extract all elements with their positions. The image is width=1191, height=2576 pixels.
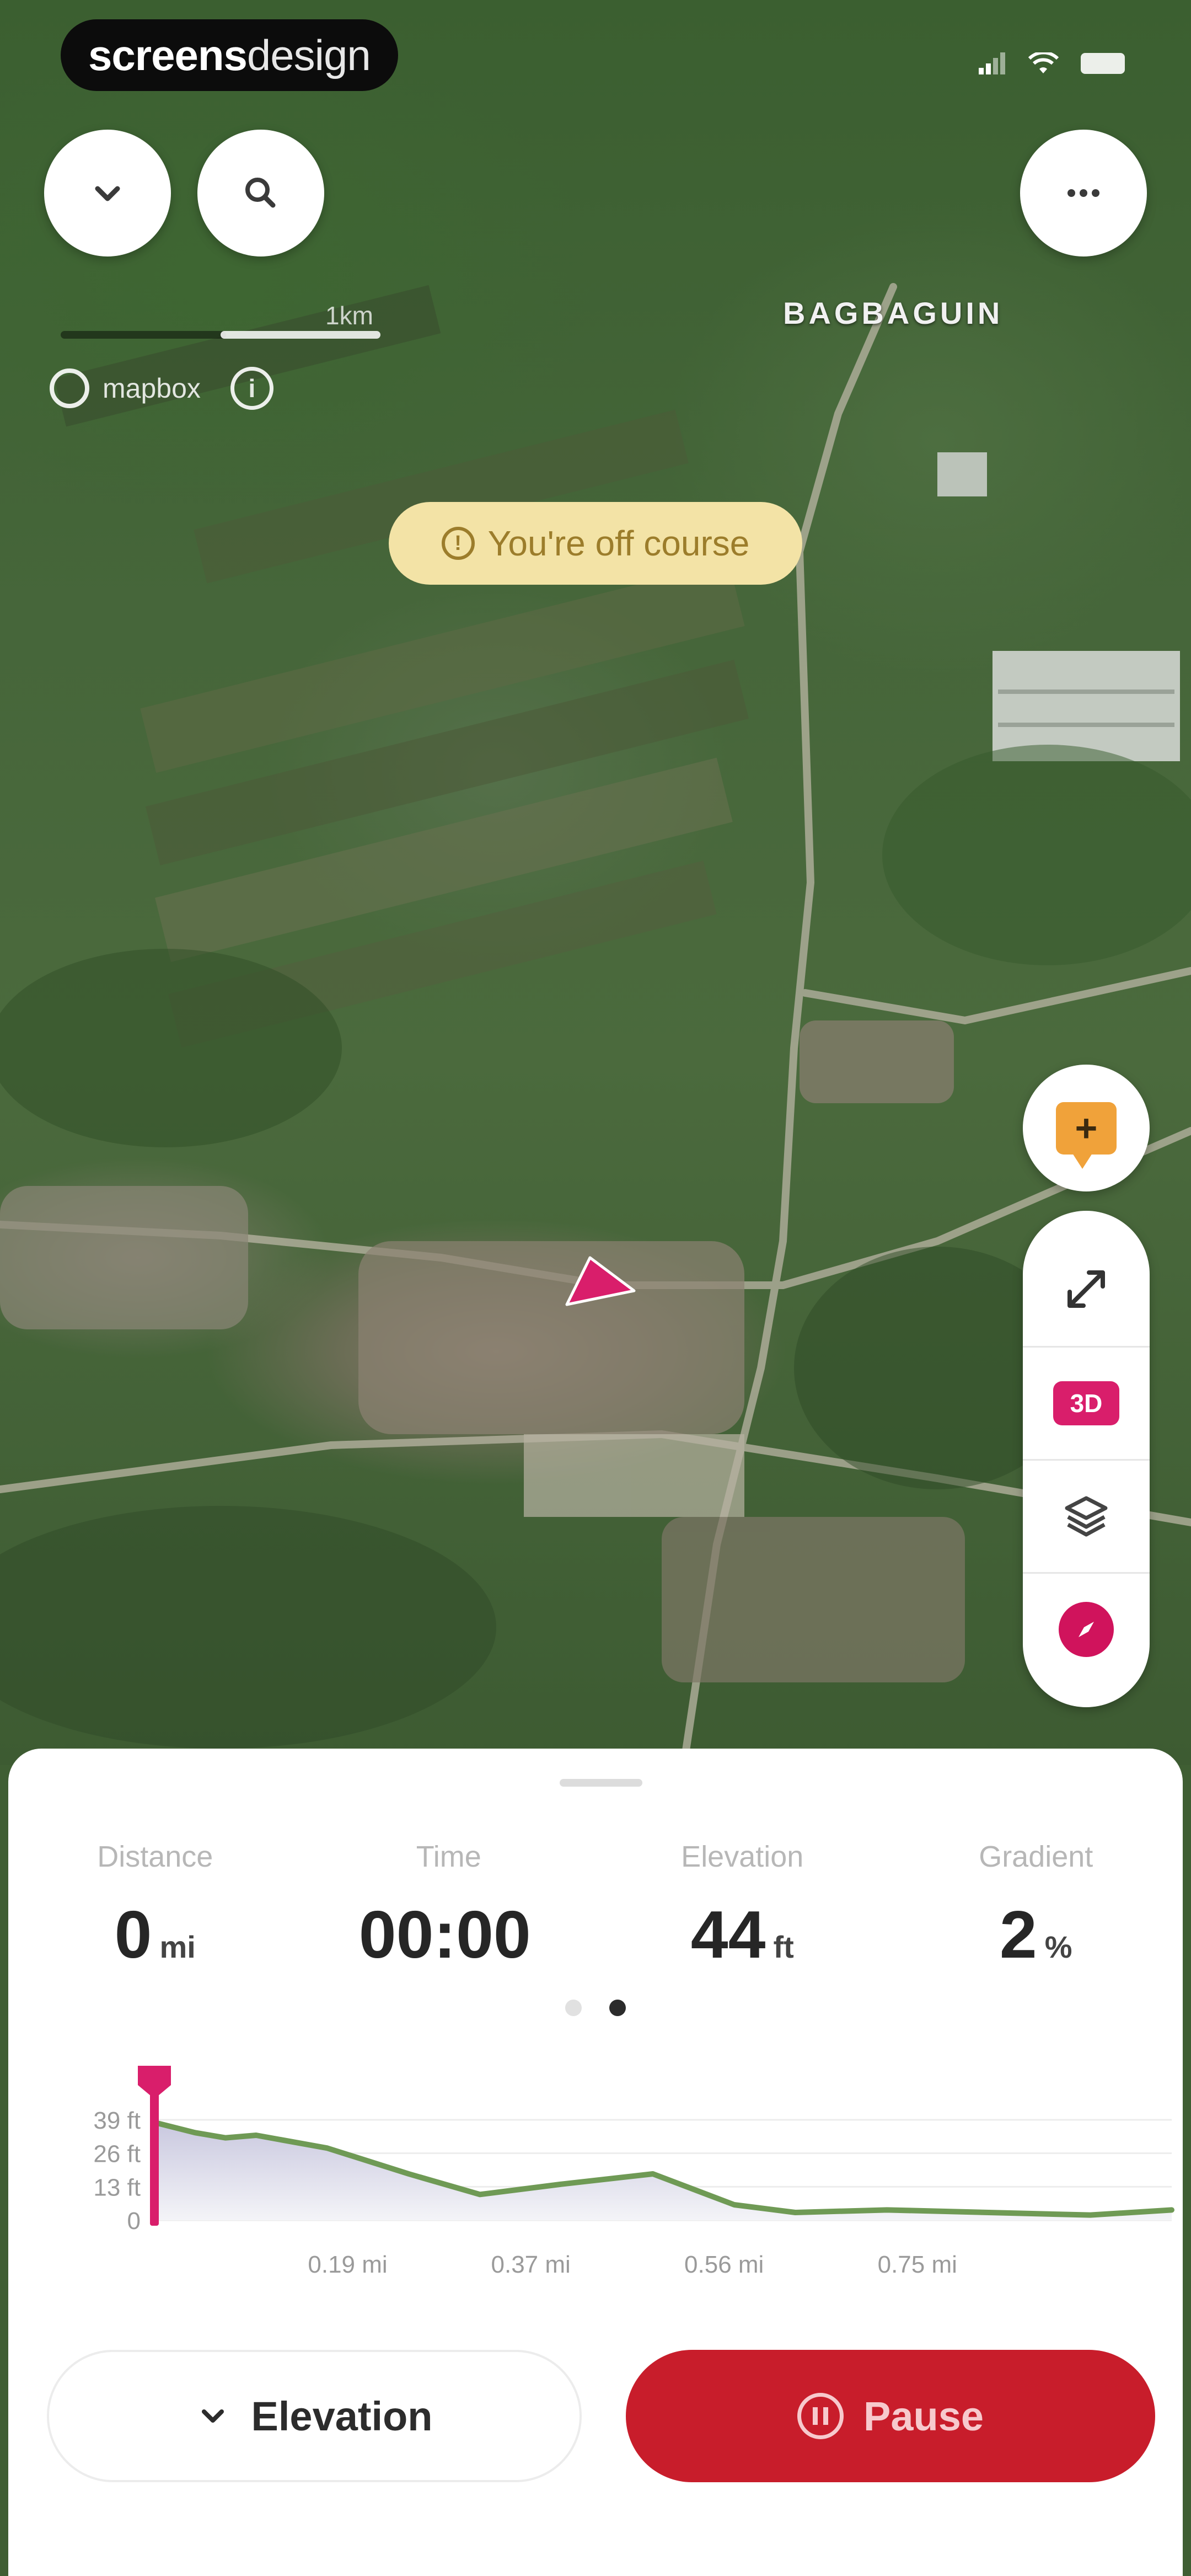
search-icon: [245, 178, 276, 208]
action-buttons: Elevation Pause: [47, 2350, 1155, 2482]
compass-button[interactable]: [1023, 1572, 1150, 1685]
off-course-banner[interactable]: ! You're off course: [389, 502, 802, 585]
stat-unit: ft: [773, 1930, 794, 1964]
map-attribution: mapbox i: [50, 367, 273, 410]
map-scale-bar: 1km: [61, 301, 380, 350]
stat-unit: %: [1044, 1930, 1072, 1964]
elevation-area: [154, 2122, 1172, 2220]
x-tick-label: 0.37 mi: [491, 2251, 571, 2278]
report-bubble-icon: +: [1056, 1102, 1117, 1169]
stats-row: Distance 0 mi Time 00:00 Elevation 44 ft G…: [8, 1840, 1183, 1973]
page-dot-active[interactable]: [609, 2000, 626, 2016]
scale-bar-dark: [61, 331, 226, 339]
stat-label: Distance: [97, 1840, 213, 1873]
battery-icon: [1081, 53, 1125, 74]
chevron-down-icon: [95, 186, 120, 201]
toggle-3d-button[interactable]: 3D: [1023, 1345, 1150, 1459]
wifi-icon: [1028, 52, 1059, 73]
brand-watermark: screens design: [61, 19, 398, 91]
fullscreen-button[interactable]: [1023, 1233, 1150, 1346]
x-tick-label: 0.75 mi: [878, 2251, 957, 2278]
map-view[interactable]: screens design 1km mapbox i BAGBAGUIN ! Y…: [0, 0, 1191, 1765]
scale-label: 1km: [325, 301, 373, 330]
stat-value: 44: [690, 1897, 766, 1972]
warning-icon: !: [441, 527, 475, 560]
elevation-profile-chart[interactable]: 39 ft 26 ft 13 ft 0 0.19 mi 0.37 mi 0.56 mi 0.7…: [47, 2055, 1183, 2286]
more-horizontal-icon: [1067, 189, 1099, 197]
page-indicator[interactable]: [565, 2000, 626, 2016]
mapbox-label: mapbox: [103, 373, 201, 404]
y-tick-label: 39 ft: [93, 2107, 141, 2134]
stat-gradient: Gradient 2%: [889, 1840, 1183, 1973]
stat-elevation: Elevation 44 ft: [596, 1840, 889, 1973]
brand-part1: screens: [88, 30, 248, 79]
stat-distance: Distance 0 mi: [8, 1840, 302, 1973]
map-tools: 3D: [1023, 1211, 1150, 1707]
compass-icon: [1059, 1601, 1114, 1657]
pause-button-label: Pause: [863, 2393, 984, 2439]
satellite-imagery: [0, 283, 1191, 1765]
map-layers-button[interactable]: [1023, 1458, 1150, 1572]
collapse-button[interactable]: [44, 130, 171, 256]
expand-icon: [1067, 1270, 1105, 1308]
current-location-arrow-icon: [565, 1256, 636, 1306]
pause-icon: [797, 2393, 844, 2439]
ride-stats-sheet: Distance 0 mi Time 00:00 Elevation 44 ft G…: [8, 1749, 1183, 2576]
info-icon[interactable]: i: [230, 367, 273, 410]
y-tick-label: 0: [127, 2208, 141, 2235]
stat-time: Time 00:00: [302, 1840, 596, 1973]
brand-part2: design: [246, 30, 371, 79]
elevation-button-label: Elevation: [251, 2393, 433, 2439]
sheet-grabber[interactable]: [560, 1779, 642, 1787]
stat-label: Elevation: [681, 1840, 804, 1873]
elevation-dropdown-button[interactable]: Elevation: [47, 2350, 582, 2482]
stat-unit: mi: [159, 1930, 196, 1964]
off-course-text: You're off course: [487, 523, 750, 563]
elevation-chart-svg: 39 ft 26 ft 13 ft 0 0.19 mi 0.37 mi 0.56 mi 0.7…: [93, 2066, 1174, 2278]
add-report-button[interactable]: +: [1023, 1065, 1150, 1191]
stat-value: 2: [999, 1897, 1037, 1972]
3d-badge: 3D: [1053, 1381, 1119, 1425]
stat-label: Gradient: [979, 1840, 1093, 1873]
x-tick-label: 0.56 mi: [684, 2251, 764, 2278]
chevron-down-icon: [201, 2409, 224, 2423]
y-tick-label: 26 ft: [93, 2141, 141, 2168]
position-marker-flag-icon: [138, 2066, 171, 2099]
stat-label: Time: [416, 1840, 481, 1873]
page-dot[interactable]: [565, 2000, 582, 2016]
y-tick-label: 13 ft: [93, 2174, 141, 2201]
cellular-signal-icon: [979, 52, 1005, 74]
search-button[interactable]: [197, 130, 324, 256]
x-tick-label: 0.19 mi: [308, 2251, 387, 2278]
map-place-label: BAGBAGUIN: [783, 296, 1004, 330]
status-bar: [979, 52, 1125, 74]
scale-bar-light: [221, 331, 380, 339]
stat-value: 0: [114, 1897, 152, 1972]
pause-button[interactable]: Pause: [626, 2350, 1155, 2482]
layers-icon: [1065, 1496, 1108, 1537]
stat-value: 00:00: [358, 1897, 531, 1972]
mapbox-logo-icon: [50, 368, 89, 408]
more-options-button[interactable]: [1020, 130, 1147, 256]
